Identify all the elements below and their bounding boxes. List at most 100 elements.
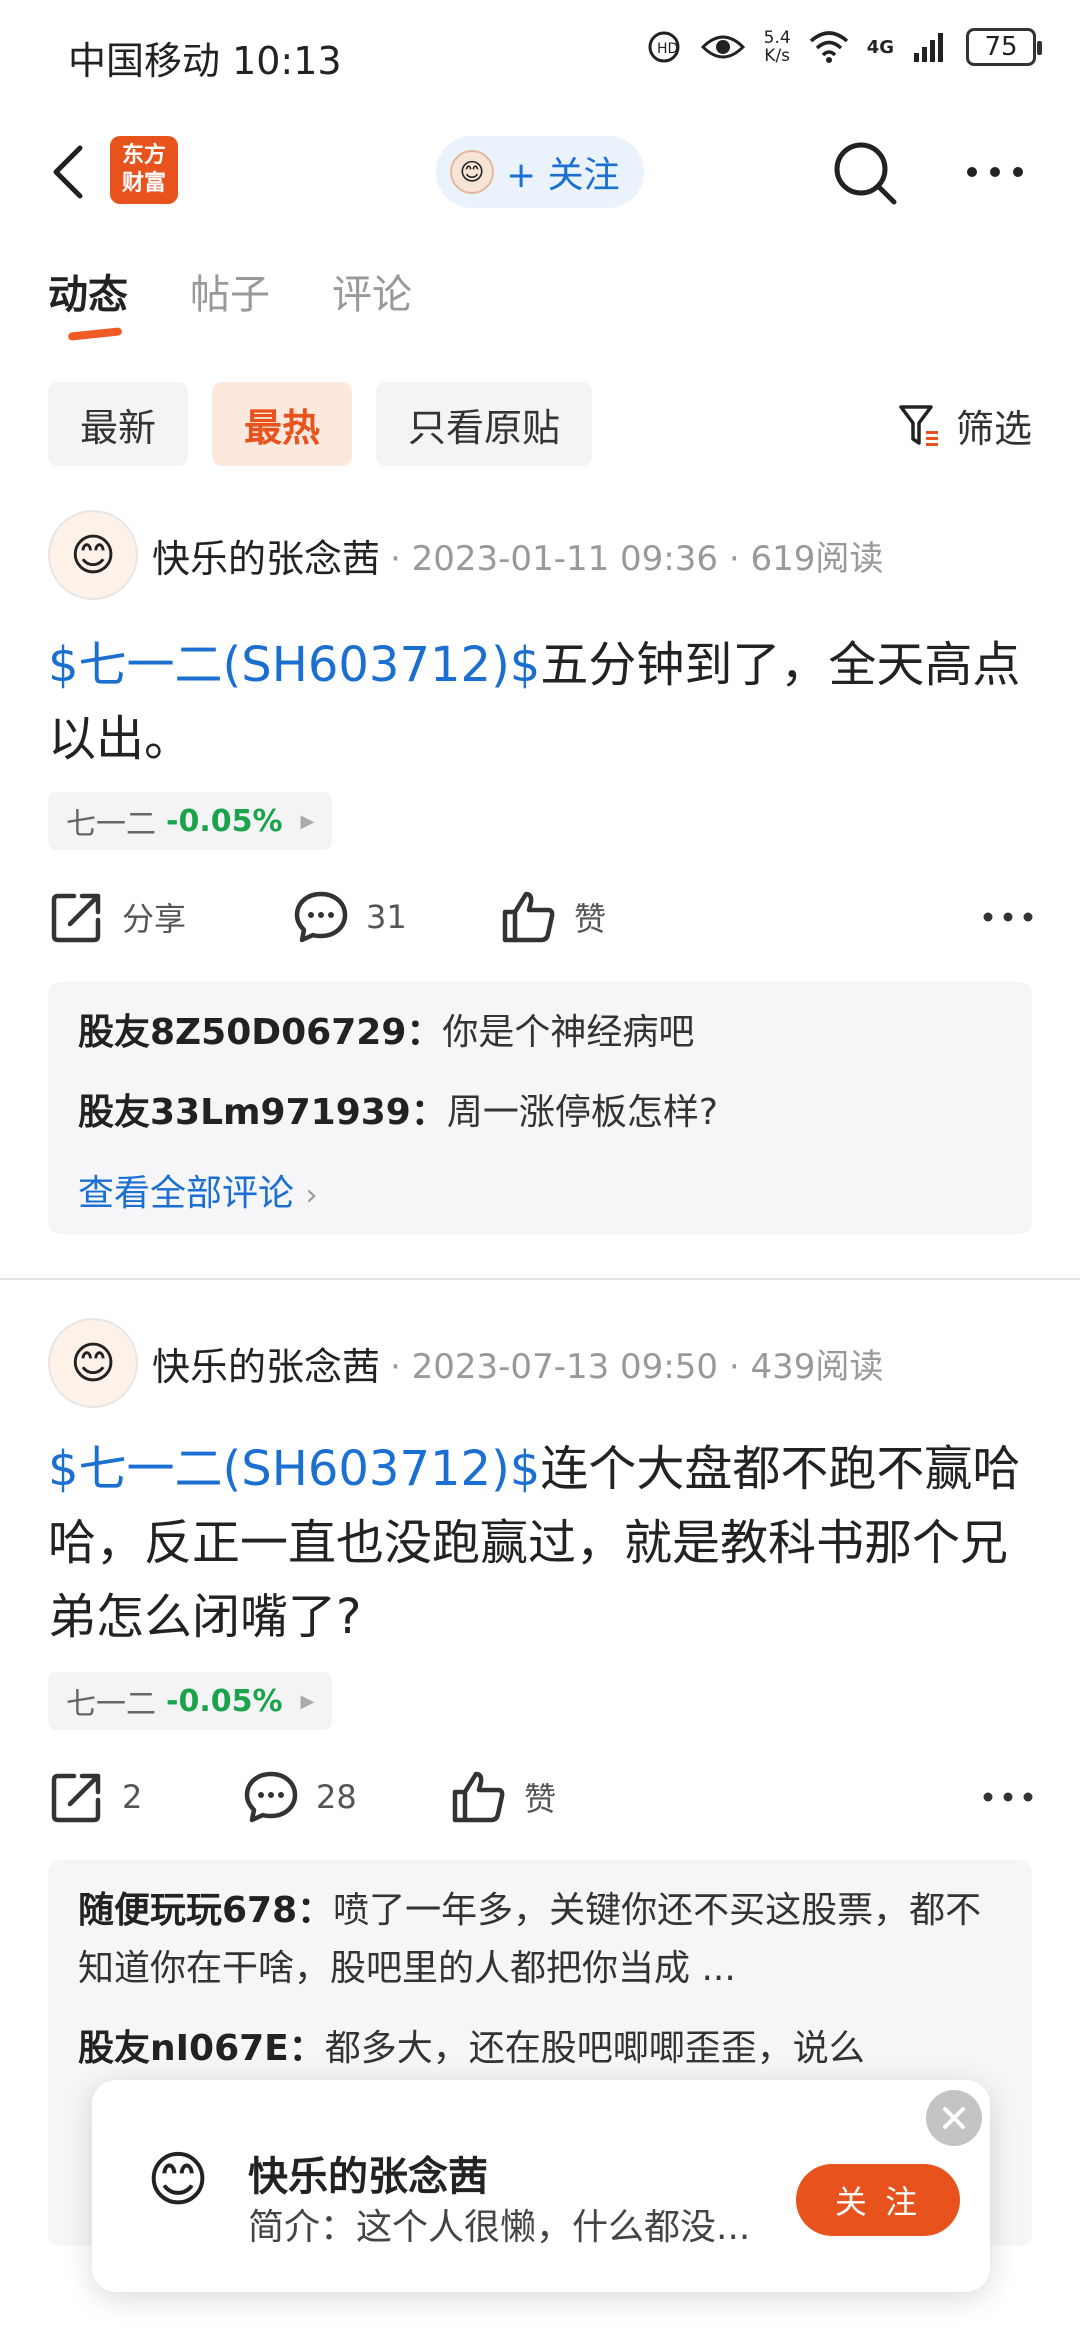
stock-change: -0.05%	[166, 1683, 283, 1719]
comment-button[interactable]: 28	[242, 1762, 357, 1832]
comment-item: 股友33Lm971939：周一涨停板怎样?	[78, 1084, 1002, 1142]
commenter-name: 随便玩玩678：	[78, 1890, 334, 1931]
post-card: 😊 快乐的张念茜 · 2023-01-11 09:36 · 619阅读 $七一二…	[0, 510, 1080, 1270]
content-tabs: 动态 帖子 评论	[48, 262, 412, 341]
view-all-label: 查看全部评论	[78, 1173, 295, 1214]
wifi-icon	[809, 31, 848, 63]
tab-dynamic[interactable]: 动态	[48, 262, 128, 341]
stock-name: 七一二	[66, 1687, 156, 1722]
follow-label: + 关注	[506, 155, 620, 196]
post-actions: 分享 31 赞	[48, 882, 1038, 952]
tab-label: 评论	[332, 272, 412, 318]
battery-icon: 75	[966, 28, 1042, 66]
hd-call-icon: HD	[648, 31, 680, 63]
avatar[interactable]: 😊	[48, 1318, 138, 1408]
comment-icon	[294, 891, 348, 943]
svg-text:HD: HD	[657, 41, 678, 57]
share-button[interactable]: 2	[48, 1762, 142, 1832]
sort-filters: 最新 最热 只看原贴	[48, 382, 593, 466]
top-nav: 东方 财富 😊 + 关注	[0, 120, 1080, 220]
author-name[interactable]: 快乐的张念茜	[152, 528, 380, 583]
commenter-name: 股友nI067E：	[78, 2028, 325, 2069]
eye-icon	[700, 35, 745, 59]
tab-comments[interactable]: 评论	[332, 262, 412, 320]
popup-author-name: 快乐的张念茜	[248, 2154, 488, 2200]
close-icon[interactable]	[926, 2090, 982, 2146]
comment-text: 都多大，还在股吧唧唧歪歪，说么	[324, 2028, 865, 2069]
search-icon[interactable]	[830, 138, 900, 208]
follow-button[interactable]: 😊 + 关注	[436, 136, 644, 208]
comment-icon	[244, 1771, 298, 1823]
chevron-right-icon: ▶	[300, 810, 315, 832]
post-body[interactable]: $七一二(SH603712)$五分钟到了，全天高点以出。	[48, 628, 1038, 776]
post-date: 2023-07-13 09:50	[411, 1346, 719, 1387]
filter-original-only[interactable]: 只看原贴	[376, 382, 593, 466]
commenter-name: 股友8Z50D06729：	[78, 1012, 443, 1053]
thumbs-up-icon	[452, 1771, 505, 1823]
comment-count: 31	[366, 898, 407, 936]
post-actions: 2 28 赞	[48, 1762, 1038, 1832]
signal-icon	[914, 33, 943, 62]
filter-hottest[interactable]: 最热	[212, 382, 353, 466]
status-icons: HD 5.4 K/s 4G 75	[646, 28, 1042, 66]
comment-count: 28	[316, 1778, 357, 1816]
post-header: 😊 快乐的张念茜 · 2023-01-11 09:36 · 619阅读	[48, 510, 883, 600]
chevron-right-icon: ›	[305, 1178, 318, 1213]
stock-quote-tag[interactable]: 七一二 -0.05% ▶	[48, 1672, 333, 1730]
post-header: 😊 快乐的张念茜 · 2023-07-13 09:50 · 439阅读	[48, 1318, 883, 1408]
carrier-time: 中国移动 10:13	[68, 39, 342, 83]
avatar: 😊	[128, 2130, 228, 2230]
battery-level: 75	[984, 32, 1018, 62]
post-meta: · 2023-07-13 09:50 · 439阅读	[390, 1346, 884, 1387]
popup-bio: 简介：这个人很懒，什么都没...	[248, 2207, 751, 2248]
status-bar: 中国移动 10:13 HD 5.4 K/s 4G 75	[0, 0, 1080, 100]
author-name[interactable]: 快乐的张念茜	[152, 1336, 380, 1391]
app-logo: 东方 财富	[110, 136, 178, 204]
filter-button[interactable]: 筛选	[898, 398, 1032, 453]
network-type: 4G	[866, 36, 894, 58]
post-body[interactable]: $七一二(SH603712)$连个大盘都不跑不赢哈哈，反正一直也没跑赢过，就是教…	[48, 1432, 1038, 1654]
stock-link[interactable]: $七一二(SH603712)$	[48, 1441, 540, 1497]
tab-label: 动态	[48, 272, 128, 318]
chevron-right-icon: ▶	[300, 1690, 315, 1712]
tab-underline	[67, 327, 123, 341]
post-reads: 439阅读	[750, 1346, 884, 1387]
close-x-glyph	[943, 2107, 965, 2129]
share-icon	[51, 893, 101, 943]
stock-name: 七一二	[66, 807, 156, 842]
share-button[interactable]: 分享	[48, 882, 186, 952]
more-icon[interactable]	[978, 1772, 1038, 1822]
comment-item: 股友8Z50D06729：你是个神经病吧	[78, 1004, 1002, 1062]
tab-label: 帖子	[190, 272, 270, 318]
avatar[interactable]: 😊	[48, 510, 138, 600]
comment-button[interactable]: 31	[292, 882, 407, 952]
filter-icon	[899, 404, 938, 446]
tab-posts[interactable]: 帖子	[190, 262, 270, 320]
post-date: 2023-01-11 09:36	[411, 538, 719, 579]
share-icon	[51, 1773, 101, 1823]
comment-item: 随便玩玩678：喷了一年多，关键你还不买这股票，都不知道你在干啥，股吧里的人都把…	[78, 1882, 1002, 1998]
post-reads: 619阅读	[750, 538, 884, 579]
back-arrow-icon[interactable]	[44, 142, 94, 202]
popup-follow-button[interactable]: 关 注	[796, 2164, 960, 2236]
filter-label: 筛选	[955, 407, 1032, 451]
like-button[interactable]: 赞	[500, 882, 606, 952]
comment-item: 股友nI067E：都多大，还在股吧唧唧歪歪，说么	[78, 2020, 1002, 2078]
comment-preview[interactable]: 股友8Z50D06729：你是个神经病吧 股友33Lm971939：周一涨停板怎…	[48, 982, 1032, 1234]
speed-unit: K/s	[764, 46, 791, 66]
filter-latest[interactable]: 最新	[48, 382, 189, 466]
post-divider	[0, 1278, 1080, 1280]
commenter-name: 股友33Lm971939：	[78, 1092, 447, 1133]
like-button[interactable]: 赞	[450, 1762, 556, 1832]
follow-suggestion-popup[interactable]: 😊 快乐的张念茜 简介：这个人很懒，什么都没... 关 注	[92, 2080, 990, 2292]
more-icon[interactable]	[978, 892, 1038, 942]
stock-link[interactable]: $七一二(SH603712)$	[48, 637, 540, 693]
comment-text: 周一涨停板怎样?	[446, 1092, 718, 1133]
speed-value: 5.4	[763, 28, 791, 48]
comment-text: 你是个神经病吧	[442, 1012, 695, 1053]
thumbs-up-icon	[502, 891, 555, 943]
stock-quote-tag[interactable]: 七一二 -0.05% ▶	[48, 792, 333, 850]
post-meta: · 2023-01-11 09:36 · 619阅读	[390, 538, 884, 579]
more-icon[interactable]	[960, 142, 1030, 202]
view-all-comments-link[interactable]: 查看全部评论 ›	[78, 1164, 1002, 1216]
